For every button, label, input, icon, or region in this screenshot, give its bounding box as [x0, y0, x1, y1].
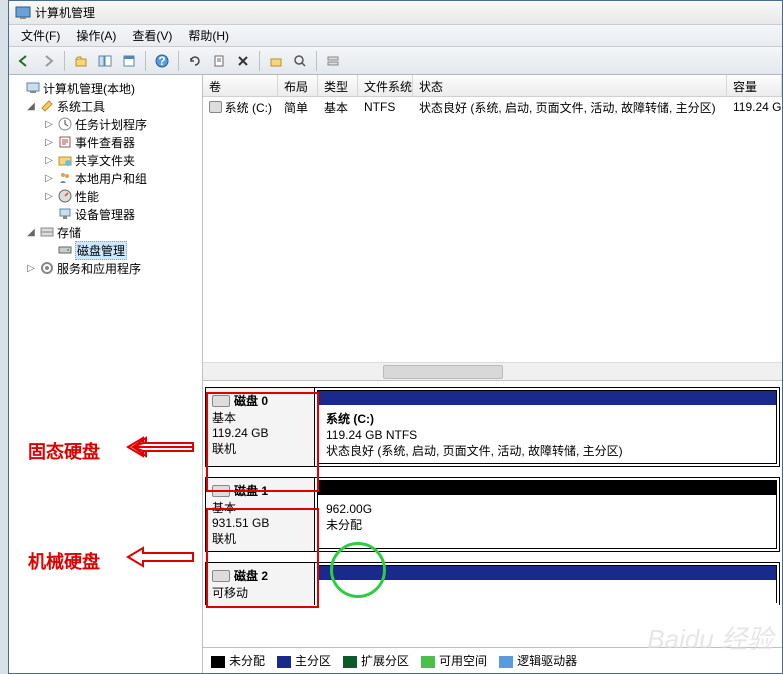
back-button[interactable]: [13, 50, 35, 72]
partition-stripe: [318, 391, 776, 405]
app-icon: [15, 5, 31, 21]
legend-primary: 主分区: [277, 652, 331, 669]
disk-icon: [212, 570, 230, 582]
expand-icon[interactable]: ▷: [43, 119, 55, 130]
window-title: 计算机管理: [35, 4, 95, 21]
tree-device-manager[interactable]: 设备管理器: [11, 205, 200, 223]
legend: 未分配 主分区 扩展分区 可用空间 逻辑驱动器: [203, 647, 782, 673]
tree-root[interactable]: 计算机管理(本地): [11, 79, 200, 97]
tree-disk-management[interactable]: 磁盘管理: [11, 241, 200, 259]
disk-partitions: 962.00G 未分配: [315, 477, 780, 552]
export-button[interactable]: [208, 50, 230, 72]
services-icon: [39, 260, 55, 276]
col-fs[interactable]: 文件系统: [358, 75, 413, 96]
nav-tree[interactable]: 计算机管理(本地) ◢系统工具 ▷任务计划程序 ▷事件查看器 ▷共享文件夹 ▷本…: [9, 75, 203, 673]
find-button[interactable]: [289, 50, 311, 72]
partition-stripe: [318, 566, 776, 580]
settings-button[interactable]: [265, 50, 287, 72]
svg-text:?: ?: [158, 54, 165, 68]
volume-row[interactable]: 系统 (C:) 简单 基本 NTFS 状态良好 (系统, 启动, 页面文件, 活…: [203, 97, 782, 117]
tree-shared-folders[interactable]: ▷共享文件夹: [11, 151, 200, 169]
up-button[interactable]: [70, 50, 92, 72]
col-status[interactable]: 状态: [413, 75, 727, 96]
toolbar-separator: [145, 51, 146, 71]
disk-info-panel[interactable]: 磁盘 1 基本 931.51 GB 联机: [205, 477, 315, 552]
collapse-icon[interactable]: ◢: [25, 227, 37, 238]
col-volume[interactable]: 卷: [203, 75, 278, 96]
toolbar-separator: [259, 51, 260, 71]
clock-icon: [57, 116, 73, 132]
tree-system-tools[interactable]: ◢系统工具: [11, 97, 200, 115]
toolbar-separator: [316, 51, 317, 71]
partition-stripe: [318, 481, 776, 495]
properties-button[interactable]: [118, 50, 140, 72]
users-icon: [57, 170, 73, 186]
tree-services[interactable]: ▷服务和应用程序: [11, 259, 200, 277]
body: 计算机管理(本地) ◢系统工具 ▷任务计划程序 ▷事件查看器 ▷共享文件夹 ▷本…: [9, 75, 782, 673]
computer-icon: [25, 80, 41, 96]
menubar: 文件(F) 操作(A) 查看(V) 帮助(H): [9, 25, 782, 47]
disk-row-1[interactable]: 磁盘 1 基本 931.51 GB 联机 962.00G 未分配: [205, 477, 780, 552]
device-icon: [57, 206, 73, 222]
content-pane: 卷 布局 类型 文件系统 状态 容量 系统 (C:) 简单 基本 NTFS 状态…: [203, 75, 782, 673]
tree-task-scheduler[interactable]: ▷任务计划程序: [11, 115, 200, 133]
tree-event-viewer[interactable]: ▷事件查看器: [11, 133, 200, 151]
help-button[interactable]: ?: [151, 50, 173, 72]
partition-removable[interactable]: [317, 565, 777, 603]
partition-unallocated[interactable]: 962.00G 未分配: [317, 480, 777, 549]
volume-list-header[interactable]: 卷 布局 类型 文件系统 状态 容量: [203, 75, 782, 97]
tree-performance[interactable]: ▷性能: [11, 187, 200, 205]
disk-graphical-view: 磁盘 0 基本 119.24 GB 联机 系统 (C:) 119.24 GB N…: [203, 380, 782, 647]
show-hide-tree-button[interactable]: [94, 50, 116, 72]
col-layout[interactable]: 布局: [278, 75, 318, 96]
toolbar-separator: [178, 51, 179, 71]
tree-storage[interactable]: ◢存储: [11, 223, 200, 241]
expand-icon[interactable]: ▷: [43, 191, 55, 202]
expand-icon[interactable]: ▷: [43, 155, 55, 166]
performance-icon: [57, 188, 73, 204]
legend-free: 可用空间: [421, 652, 487, 669]
menu-view[interactable]: 查看(V): [124, 25, 180, 46]
disk-info-panel[interactable]: 磁盘 0 基本 119.24 GB 联机: [205, 387, 315, 467]
collapse-icon[interactable]: ◢: [25, 101, 37, 112]
toolbar: ?: [9, 47, 782, 75]
refresh-button[interactable]: [184, 50, 206, 72]
legend-extended: 扩展分区: [343, 652, 409, 669]
event-icon: [57, 134, 73, 150]
disk-view-button[interactable]: [322, 50, 344, 72]
storage-icon: [39, 224, 55, 240]
legend-unallocated: 未分配: [211, 652, 265, 669]
computer-management-window: 计算机管理 文件(F) 操作(A) 查看(V) 帮助(H) ? 计算机管理(本地…: [8, 0, 783, 674]
volume-list[interactable]: 系统 (C:) 简单 基本 NTFS 状态良好 (系统, 启动, 页面文件, 活…: [203, 97, 782, 362]
menu-file[interactable]: 文件(F): [13, 25, 68, 46]
disk-icon: [57, 242, 73, 258]
volume-icon: [209, 101, 222, 113]
expand-icon[interactable]: ▷: [43, 173, 55, 184]
tree-local-users[interactable]: ▷本地用户和组: [11, 169, 200, 187]
disk-info-panel[interactable]: 磁盘 2 可移动: [205, 562, 315, 605]
titlebar[interactable]: 计算机管理: [9, 1, 782, 25]
disk-partitions: [315, 562, 780, 605]
col-type[interactable]: 类型: [318, 75, 358, 96]
delete-button[interactable]: [232, 50, 254, 72]
col-capacity[interactable]: 容量: [727, 75, 782, 96]
disk-row-0[interactable]: 磁盘 0 基本 119.24 GB 联机 系统 (C:) 119.24 GB N…: [205, 387, 780, 467]
horizontal-scrollbar[interactable]: [203, 362, 782, 380]
menu-help[interactable]: 帮助(H): [180, 25, 237, 46]
tools-icon: [39, 98, 55, 114]
partition-system-c[interactable]: 系统 (C:) 119.24 GB NTFS 状态良好 (系统, 启动, 页面文…: [317, 390, 777, 464]
legend-logical: 逻辑驱动器: [499, 652, 577, 669]
disk-icon: [212, 395, 230, 407]
scrollbar-thumb[interactable]: [383, 365, 503, 379]
expand-icon[interactable]: ▷: [25, 263, 37, 274]
toolbar-separator: [64, 51, 65, 71]
disk-partitions: 系统 (C:) 119.24 GB NTFS 状态良好 (系统, 启动, 页面文…: [315, 387, 780, 467]
disk-row-2[interactable]: 磁盘 2 可移动: [205, 562, 780, 605]
menu-action[interactable]: 操作(A): [68, 25, 124, 46]
forward-button[interactable]: [37, 50, 59, 72]
folder-share-icon: [57, 152, 73, 168]
expand-icon[interactable]: ▷: [43, 137, 55, 148]
disk-icon: [212, 485, 230, 497]
